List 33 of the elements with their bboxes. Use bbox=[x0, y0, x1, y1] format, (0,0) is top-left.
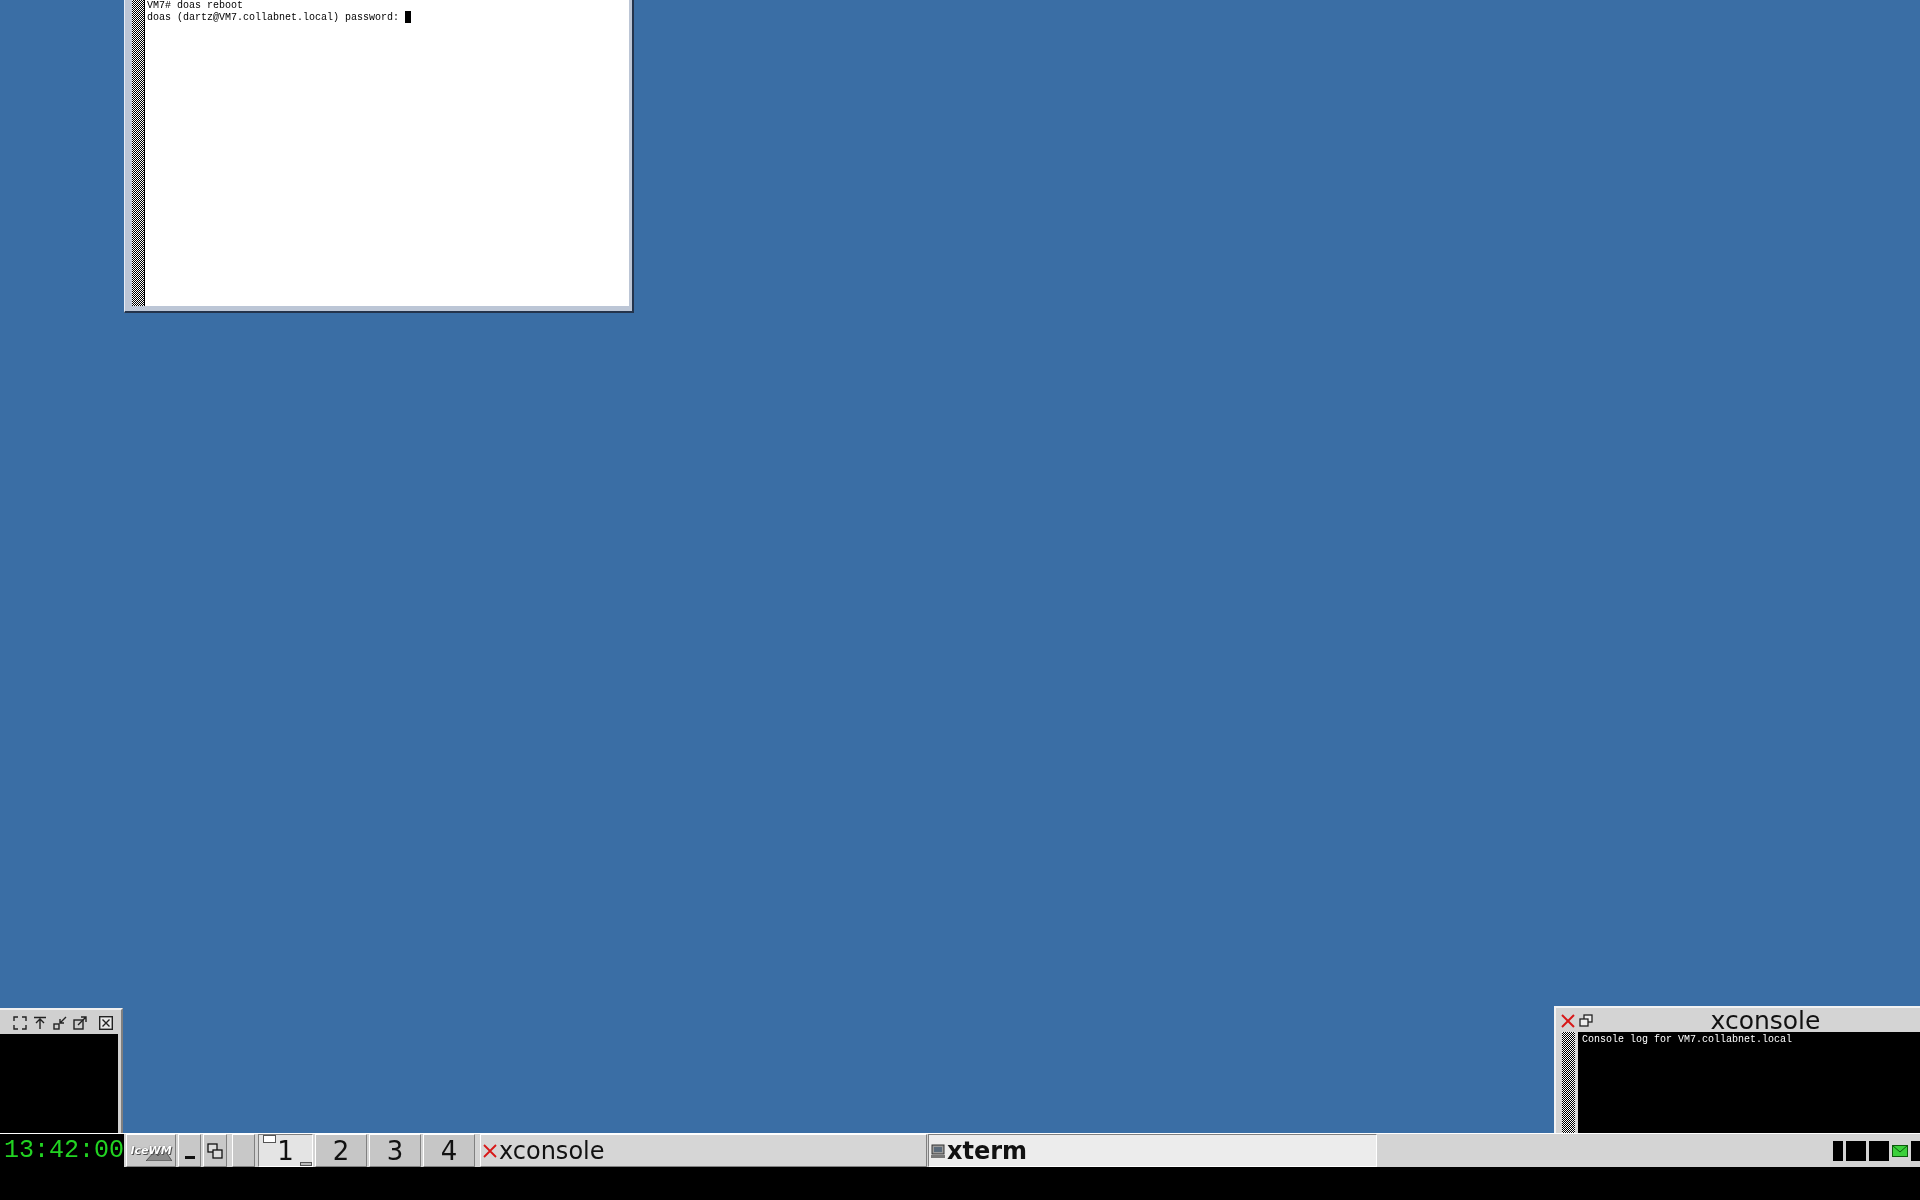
close-icon bbox=[483, 1143, 497, 1158]
task-button[interactable]: xconsole bbox=[480, 1134, 927, 1167]
task-button[interactable]: xterm bbox=[928, 1134, 1377, 1167]
graph-panel-icon[interactable] bbox=[1911, 1140, 1920, 1161]
scrollbar[interactable] bbox=[132, 0, 145, 306]
console-log: Console log for VM7.collabnet.local bbox=[1578, 1032, 1920, 1133]
terminal-line: VM7# doas reboot bbox=[147, 0, 243, 11]
show-desktop-button[interactable] bbox=[178, 1134, 201, 1167]
window-list-button[interactable] bbox=[203, 1134, 227, 1167]
graph-panel-icon[interactable] bbox=[1833, 1140, 1843, 1161]
windows-icon bbox=[207, 1142, 223, 1159]
graph-panel-icon[interactable] bbox=[1869, 1140, 1889, 1161]
minimize-icon[interactable] bbox=[53, 1016, 67, 1030]
restore-icon[interactable] bbox=[1579, 1014, 1593, 1028]
window-title: xconsole bbox=[1710, 1010, 1822, 1032]
arrow-up-icon[interactable] bbox=[33, 1016, 47, 1030]
scrollbar[interactable] bbox=[1562, 1032, 1575, 1133]
close-icon[interactable] bbox=[99, 1016, 113, 1030]
terminal-line: doas (dartz@VM7.collabnet.local) password: bbox=[147, 11, 400, 23]
workspace-button[interactable]: 2 bbox=[315, 1134, 367, 1167]
minimized-thumbnail-icon bbox=[300, 1162, 312, 1166]
mail-icon[interactable] bbox=[1892, 1144, 1908, 1157]
workspace-button[interactable]: 4 bbox=[423, 1134, 475, 1167]
clock-display: 13:42:00 bbox=[0, 1134, 124, 1167]
workspace-button[interactable]: 1 bbox=[258, 1134, 313, 1167]
fullscreen-icon[interactable] bbox=[13, 1016, 27, 1030]
workspace-button[interactable]: 3 bbox=[369, 1134, 421, 1167]
taskbar-button[interactable] bbox=[232, 1134, 255, 1167]
minimize-icon bbox=[184, 1156, 195, 1159]
text-cursor-icon bbox=[405, 11, 412, 23]
graph-panel-icon[interactable] bbox=[1846, 1140, 1866, 1161]
monitor-icon bbox=[931, 1143, 945, 1158]
maximize-icon[interactable] bbox=[73, 1016, 87, 1030]
